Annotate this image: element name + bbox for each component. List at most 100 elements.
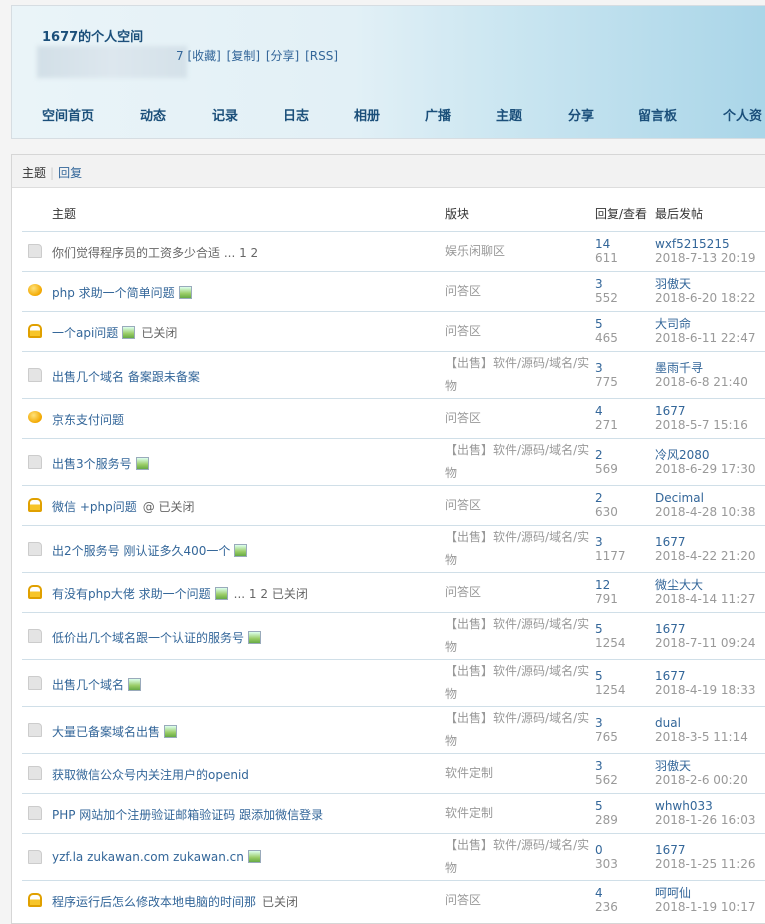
last-poster-link[interactable]: 墨雨千寻: [655, 361, 748, 375]
topic-link[interactable]: 京东支付问题: [52, 413, 124, 427]
nav-item[interactable]: 空间首页: [42, 105, 94, 124]
last-post-date[interactable]: 2018-4-14 11:27: [655, 592, 756, 606]
last-poster-link[interactable]: 1677: [655, 669, 756, 683]
last-poster-link[interactable]: wxf5215215: [655, 237, 756, 251]
forum-link[interactable]: 问答区: [445, 889, 595, 912]
last-post-date[interactable]: 2018-2-6 00:20: [655, 773, 748, 787]
last-poster-link[interactable]: 1677: [655, 622, 756, 636]
last-post-date[interactable]: 2018-6-8 21:40: [655, 375, 748, 389]
last-poster-link[interactable]: 1677: [655, 404, 748, 418]
forum-link[interactable]: 问答区: [445, 280, 595, 303]
reply-count: 14 611: [595, 237, 618, 265]
last-poster-link[interactable]: Decimal: [655, 491, 756, 505]
topic-link[interactable]: 出售3个服务号: [52, 457, 132, 471]
nav-item[interactable]: 分享: [568, 105, 594, 124]
topic-link[interactable]: 大量已备案域名出售: [52, 725, 160, 739]
last-post-date[interactable]: 2018-5-7 15:16: [655, 418, 748, 432]
last-post-date[interactable]: 2018-1-25 11:26: [655, 857, 756, 871]
copy-link[interactable]: [复制]: [227, 49, 260, 63]
topic-link[interactable]: 出售几个域名: [52, 678, 124, 692]
last-poster-link[interactable]: 羽傲天: [655, 277, 756, 291]
forum-link[interactable]: 【出售】软件/源码/域名/实物: [445, 707, 595, 753]
topic-link[interactable]: 一个api问题: [52, 326, 118, 340]
forum-link[interactable]: 软件定制: [445, 762, 595, 785]
nav-item[interactable]: 主题: [496, 105, 522, 124]
last-post-date[interactable]: 2018-4-22 21:20: [655, 549, 756, 563]
last-post-date[interactable]: 2018-7-13 20:19: [655, 251, 756, 265]
last-post-date[interactable]: 2018-4-28 10:38: [655, 505, 756, 519]
topic-link[interactable]: 低价出几个域名跟一个认证的服务号: [52, 631, 244, 645]
last-poster-link[interactable]: 呵呵仙: [655, 886, 756, 900]
topic-link[interactable]: 你们觉得程序员的工资多少合适 ... 1 2: [52, 246, 258, 260]
topic-link[interactable]: 出售几个域名 备案跟未备案: [52, 370, 200, 384]
topic-link[interactable]: 获取微信公众号内关注用户的openid: [52, 768, 249, 782]
topic-link[interactable]: 程序运行后怎么修改本地电脑的时间那: [52, 895, 256, 909]
last-poster-link[interactable]: 大司命: [655, 317, 756, 331]
space-title[interactable]: 1677的个人空间: [42, 26, 143, 45]
favorite-link[interactable]: 7 [收藏]: [176, 49, 221, 63]
tab-topics[interactable]: 主题: [22, 166, 46, 180]
forum-link[interactable]: 【出售】软件/源码/域名/实物: [445, 613, 595, 659]
last-post: 羽傲天 2018-2-6 00:20: [655, 759, 748, 787]
forum-link[interactable]: 问答区: [445, 581, 595, 604]
nav-item[interactable]: 个人资: [723, 105, 762, 124]
replies: 2: [595, 447, 603, 462]
last-poster-link[interactable]: 1677: [655, 843, 756, 857]
rss-link[interactable]: [RSS]: [305, 49, 338, 63]
col-forum: 版块: [445, 207, 470, 221]
topic-link[interactable]: php 求助一个简单问题: [52, 286, 175, 300]
last-post: whwh033 2018-1-26 16:03: [655, 799, 756, 827]
forum-link[interactable]: 【出售】软件/源码/域名/实物: [445, 526, 595, 572]
forum-link[interactable]: 【出售】软件/源码/域名/实物: [445, 352, 595, 398]
last-poster-link[interactable]: whwh033: [655, 799, 756, 813]
table-row: 出售几个域名 备案跟未备案 【出售】软件/源码/域名/实物 3 775 墨雨千寻 2…: [22, 351, 765, 398]
last-post-date[interactable]: 2018-1-19 10:17: [655, 900, 756, 914]
last-post-date[interactable]: 2018-1-26 16:03: [655, 813, 756, 827]
table-row: 你们觉得程序员的工资多少合适 ... 1 2 娱乐闲聊区 14 611 wxf52…: [22, 231, 765, 271]
forum-link[interactable]: 问答区: [445, 407, 595, 430]
topic-link[interactable]: yzf.la zukawan.com zukawan.cn: [52, 850, 244, 864]
last-post-date[interactable]: 2018-6-20 18:22: [655, 291, 756, 305]
forum-link[interactable]: 问答区: [445, 494, 595, 517]
lock-icon: [28, 585, 42, 599]
last-post-date[interactable]: 2018-4-19 18:33: [655, 683, 756, 697]
replies: 4: [595, 404, 603, 418]
topic-link[interactable]: PHP 网站加个注册验证邮箱验证码 跟添加微信登录: [52, 808, 323, 822]
nav-item[interactable]: 动态: [140, 105, 166, 124]
replies: 5: [595, 317, 603, 331]
replies: 4: [595, 886, 603, 900]
table-row: 低价出几个域名跟一个认证的服务号 【出售】软件/源码/域名/实物 5 1254 1…: [22, 612, 765, 659]
share-link[interactable]: [分享]: [266, 49, 299, 63]
forum-link[interactable]: 【出售】软件/源码/域名/实物: [445, 834, 595, 880]
nav-item[interactable]: 相册: [354, 105, 380, 124]
last-poster-link[interactable]: 微尘大大: [655, 578, 756, 592]
forum-link[interactable]: 【出售】软件/源码/域名/实物: [445, 660, 595, 706]
forum-link[interactable]: 【出售】软件/源码/域名/实物: [445, 439, 595, 485]
tab-replies[interactable]: 回复: [58, 166, 82, 180]
last-post-date[interactable]: 2018-7-11 09:24: [655, 636, 756, 650]
topic-link[interactable]: 出2个服务号 刚认证多久400一个: [52, 544, 230, 558]
nav-item[interactable]: 记录: [212, 105, 238, 124]
topic-link[interactable]: 微信 +php问题: [52, 500, 137, 514]
nav-item[interactable]: 广播: [425, 105, 451, 124]
reply-count: 4 271: [595, 404, 618, 432]
topic-link[interactable]: 有没有php大佬 求助一个问题: [52, 587, 211, 601]
last-poster-link[interactable]: 冷风2080: [655, 448, 756, 462]
nav-item[interactable]: 留言板: [638, 105, 677, 124]
col-last: 最后发帖: [655, 207, 704, 221]
last-post: 微尘大大 2018-4-14 11:27: [655, 578, 756, 606]
nav-item[interactable]: 日志: [283, 105, 309, 124]
topic-status: ... 1 2 已关闭: [233, 587, 308, 601]
last-post-date[interactable]: 2018-6-29 17:30: [655, 462, 756, 476]
forum-link[interactable]: 娱乐闲聊区: [445, 240, 595, 263]
last-post-date[interactable]: 2018-6-11 22:47: [655, 331, 756, 345]
image-attachment-icon: [122, 326, 136, 339]
last-post: 1677 2018-4-22 21:20: [655, 535, 756, 563]
last-post-date[interactable]: 2018-3-5 11:14: [655, 730, 748, 744]
forum-link[interactable]: 软件定制: [445, 802, 595, 825]
last-poster-link[interactable]: 1677: [655, 535, 756, 549]
table-row: 京东支付问题 问答区 4 271 1677 2018-5-7 15:16: [22, 398, 765, 438]
forum-link[interactable]: 问答区: [445, 320, 595, 343]
last-poster-link[interactable]: 羽傲天: [655, 759, 748, 773]
last-poster-link[interactable]: dual: [655, 716, 748, 730]
